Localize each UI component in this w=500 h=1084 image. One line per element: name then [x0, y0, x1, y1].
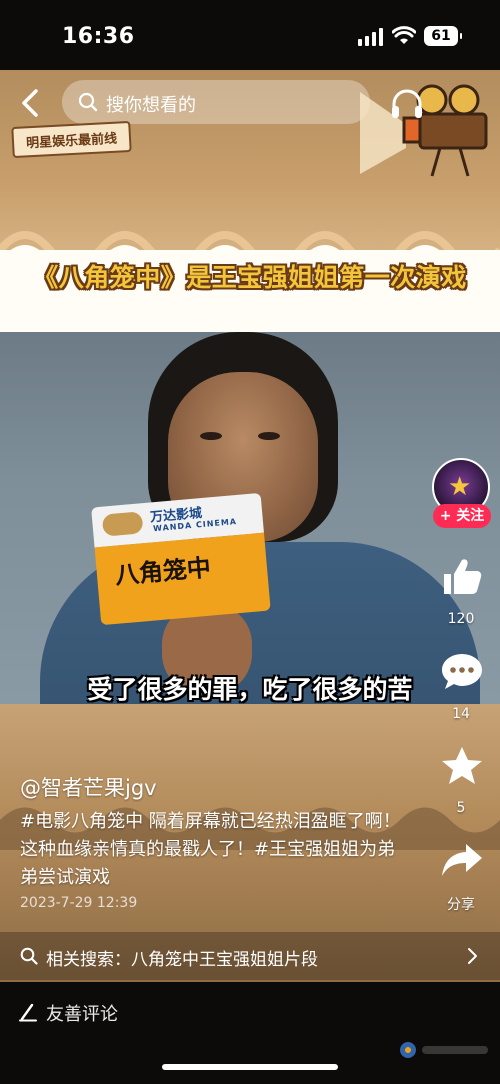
- headphones-icon[interactable]: [390, 88, 424, 120]
- comment-icon[interactable]: [440, 652, 484, 692]
- search-bar[interactable]: 搜你想看的: [62, 80, 370, 124]
- follow-button[interactable]: + 关注: [433, 504, 491, 528]
- person-eye-left: [200, 432, 222, 440]
- share-label[interactable]: 分享: [431, 894, 491, 914]
- back-icon[interactable]: [16, 88, 44, 118]
- video-description[interactable]: #电影八角笼中 隔着屏幕就已经热泪盈眶了啊！这种血缘亲情真的最戳人了！#王宝强姐…: [20, 808, 410, 892]
- cellular-signal-icon: [358, 28, 383, 46]
- chevron-right-icon: [468, 948, 477, 964]
- post-date: 2023-7-29 12:39: [20, 895, 138, 911]
- battery-indicator: 61: [424, 26, 462, 46]
- comment-bar[interactable]: 友善评论: [0, 982, 500, 1084]
- status-bar: 16:36 61: [0, 0, 500, 70]
- watermark-logo-icon: [400, 1042, 488, 1058]
- related-search-bar[interactable]: 相关搜索：八角笼中王宝强姐姐片段: [0, 932, 500, 980]
- video-headline: 《八角笼中》是王宝强姐姐第一次演戏: [33, 263, 467, 292]
- favorite-count: 5: [456, 800, 466, 816]
- comment-count: 14: [452, 706, 470, 722]
- status-time: 16:36: [62, 24, 135, 49]
- pen-icon: [19, 1003, 37, 1022]
- film-projector-icon: [360, 84, 488, 177]
- favorite-star-icon[interactable]: [440, 746, 484, 786]
- like-icon[interactable]: [440, 556, 484, 596]
- search-icon: [20, 947, 38, 965]
- like-count: 120: [447, 611, 475, 627]
- cinema-logo-icon: [101, 511, 144, 537]
- author-name[interactable]: @智者芒果jgv: [20, 772, 157, 802]
- comment-placeholder: 友善评论: [46, 1004, 118, 1025]
- avatar-star-icon: ★: [448, 472, 472, 502]
- mic-title: 八角笼中: [113, 553, 212, 590]
- mic-flag-body: 八角笼中: [94, 532, 271, 626]
- video-frame: 万达影城 WANDA CINEMA 八角笼中: [0, 332, 500, 704]
- wifi-icon: [392, 26, 416, 44]
- search-icon: [78, 92, 98, 112]
- person-eye-right: [258, 432, 280, 440]
- video-subtitle: 受了很多的罪，吃了很多的苦: [87, 675, 413, 704]
- share-icon[interactable]: [440, 840, 484, 880]
- mic-flag: 万达影城 WANDA CINEMA 八角笼中: [91, 492, 271, 627]
- search-placeholder: 搜你想看的: [106, 95, 196, 116]
- channel-tag: 明星娱乐最前线: [11, 120, 132, 159]
- home-indicator: [162, 1064, 338, 1070]
- related-search-text: 相关搜索：八角笼中王宝强姐姐片段: [46, 950, 318, 970]
